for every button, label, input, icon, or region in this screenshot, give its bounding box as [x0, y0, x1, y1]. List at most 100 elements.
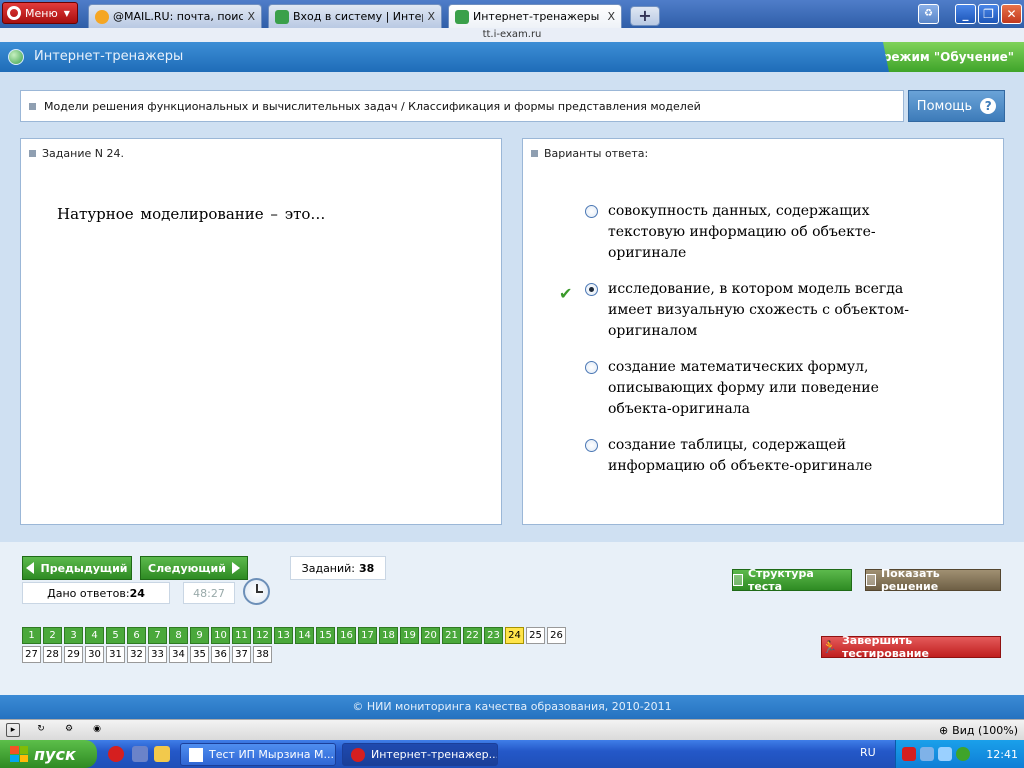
question-cell[interactable]: 25: [526, 627, 545, 644]
display-tray-icon[interactable]: [938, 747, 952, 761]
browser-menu-button[interactable]: Меню ▼: [2, 2, 78, 24]
answer-option-1[interactable]: совокупность данных, содержащих текстову…: [585, 201, 915, 264]
zoom-icon: ⊕: [938, 723, 949, 737]
question-cell[interactable]: 16: [337, 627, 356, 644]
question-cell[interactable]: 33: [148, 646, 167, 663]
mail-at-icon: [95, 9, 109, 24]
question-cell[interactable]: 37: [232, 646, 251, 663]
zoom-control[interactable]: ⊕ Вид (100%): [939, 724, 1018, 737]
question-cell[interactable]: 29: [64, 646, 83, 663]
close-window-icon[interactable]: ✕: [1001, 4, 1022, 24]
bullet-square-icon: [531, 150, 538, 157]
question-cell[interactable]: 21: [442, 627, 461, 644]
list-icon: [733, 574, 743, 586]
question-mark-icon: ?: [980, 98, 997, 114]
copyright-footer: © НИИ мониторинга качества образования, …: [0, 695, 1024, 719]
site-favicon-icon: [275, 9, 289, 24]
reload-icon[interactable]: ↻: [34, 723, 48, 737]
antivirus-icon[interactable]: [902, 747, 916, 761]
help-button[interactable]: Помощь ?: [908, 90, 1005, 122]
previous-button[interactable]: Предыдущий: [22, 556, 132, 580]
tasks-label: Заданий:: [301, 561, 356, 575]
main-content: Модели решения функциональных и вычислит…: [0, 72, 1024, 542]
question-cell[interactable]: 8: [169, 627, 188, 644]
tab-label: @MAIL.RU: почта, поиск...: [113, 10, 244, 23]
question-cell[interactable]: 1: [22, 627, 41, 644]
start-button[interactable]: пуск: [0, 740, 97, 768]
tab-mail[interactable]: @MAIL.RU: почта, поиск... X: [88, 4, 262, 28]
network-icon[interactable]: ⚙: [62, 723, 76, 737]
answer-option-4[interactable]: создание таблицы, содержащей информацию …: [585, 435, 915, 477]
question-cell[interactable]: 3: [64, 627, 83, 644]
question-cell[interactable]: 5: [106, 627, 125, 644]
question-cell[interactable]: 9: [190, 627, 209, 644]
close-tab-icon[interactable]: X: [607, 10, 615, 23]
site-favicon-icon: [455, 9, 469, 24]
finish-test-button[interactable]: 🏃 Завершить тестирование: [821, 634, 1001, 660]
question-cell[interactable]: 26: [547, 627, 566, 644]
question-cell[interactable]: 22: [463, 627, 482, 644]
question-cell[interactable]: 14: [295, 627, 314, 644]
close-tab-icon[interactable]: X: [427, 10, 435, 23]
new-tab-button[interactable]: +: [630, 6, 660, 26]
clock-quicklaunch-icon[interactable]: [154, 746, 170, 762]
question-cell[interactable]: 28: [43, 646, 62, 663]
question-cell[interactable]: 31: [106, 646, 125, 663]
question-cell[interactable]: 27: [22, 646, 41, 663]
answer-radio-selected[interactable]: [585, 283, 598, 296]
question-cell[interactable]: 30: [85, 646, 104, 663]
answer-option-3[interactable]: создание математических формул, описываю…: [585, 357, 915, 420]
question-cell[interactable]: 2: [43, 627, 62, 644]
tab-login[interactable]: Вход в систему | Интер... X: [268, 4, 442, 28]
answer-radio[interactable]: [585, 361, 598, 374]
browser-status-bar: ▸ ↻ ⚙ ◉ ⊕ Вид (100%): [0, 719, 1024, 740]
start-label: пуск: [34, 744, 76, 764]
question-cell[interactable]: 20: [421, 627, 440, 644]
answered-label: Дано ответов:: [47, 586, 130, 600]
question-cell[interactable]: 35: [190, 646, 209, 663]
save-quicklaunch-icon[interactable]: [132, 746, 148, 762]
taskbar-item-word[interactable]: Тест ИП Мырзина М...: [180, 743, 336, 766]
question-cell[interactable]: 4: [85, 627, 104, 644]
test-structure-button[interactable]: Структура теста: [732, 567, 852, 593]
question-cell[interactable]: 7: [148, 627, 167, 644]
answer-radio[interactable]: [585, 439, 598, 452]
question-cell[interactable]: 23: [484, 627, 503, 644]
question-cell[interactable]: 36: [211, 646, 230, 663]
question-cell[interactable]: 32: [127, 646, 146, 663]
question-cell[interactable]: 38: [253, 646, 272, 663]
question-cell[interactable]: 6: [127, 627, 146, 644]
minimize-icon[interactable]: _: [955, 4, 976, 24]
next-button[interactable]: Следующий: [140, 556, 248, 580]
question-cell[interactable]: 11: [232, 627, 251, 644]
network-tray-icon[interactable]: [920, 747, 934, 761]
speed-dial-icon[interactable]: ◉: [90, 723, 104, 737]
question-cell[interactable]: 24: [505, 627, 524, 644]
question-cell[interactable]: 34: [169, 646, 188, 663]
answer-radio[interactable]: [585, 205, 598, 218]
question-cell[interactable]: 13: [274, 627, 293, 644]
opera-quicklaunch-icon[interactable]: [108, 746, 124, 762]
zoom-level: Вид (100%): [952, 723, 1018, 737]
tab-label: Интернет-тренажеры: [473, 10, 600, 23]
question-cell[interactable]: 12: [253, 627, 272, 644]
url-bar[interactable]: tt.i-exam.ru: [0, 28, 1024, 42]
arrow-right-icon: [231, 562, 240, 574]
tray-clock: 12:41: [986, 747, 1018, 761]
taskbar-item-opera[interactable]: Интернет-тренажер...: [342, 743, 498, 766]
question-cell[interactable]: 10: [211, 627, 230, 644]
question-cell[interactable]: 15: [316, 627, 335, 644]
question-cell[interactable]: 17: [358, 627, 377, 644]
answers-header-text: Варианты ответа:: [544, 147, 649, 160]
close-tab-icon[interactable]: X: [247, 10, 255, 23]
answer-option-2[interactable]: исследование, в котором модель всегда им…: [585, 279, 915, 342]
trash-icon[interactable]: ♻: [918, 4, 939, 24]
panel-toggle-icon[interactable]: ▸: [6, 723, 20, 737]
question-cell[interactable]: 19: [400, 627, 419, 644]
restore-icon[interactable]: ❐: [978, 4, 999, 24]
show-solution-button[interactable]: Показать решение: [865, 567, 1001, 593]
language-indicator[interactable]: RU: [860, 746, 876, 759]
update-tray-icon[interactable]: [956, 747, 970, 761]
question-cell[interactable]: 18: [379, 627, 398, 644]
tab-trainers[interactable]: Интернет-тренажеры X: [448, 4, 622, 28]
